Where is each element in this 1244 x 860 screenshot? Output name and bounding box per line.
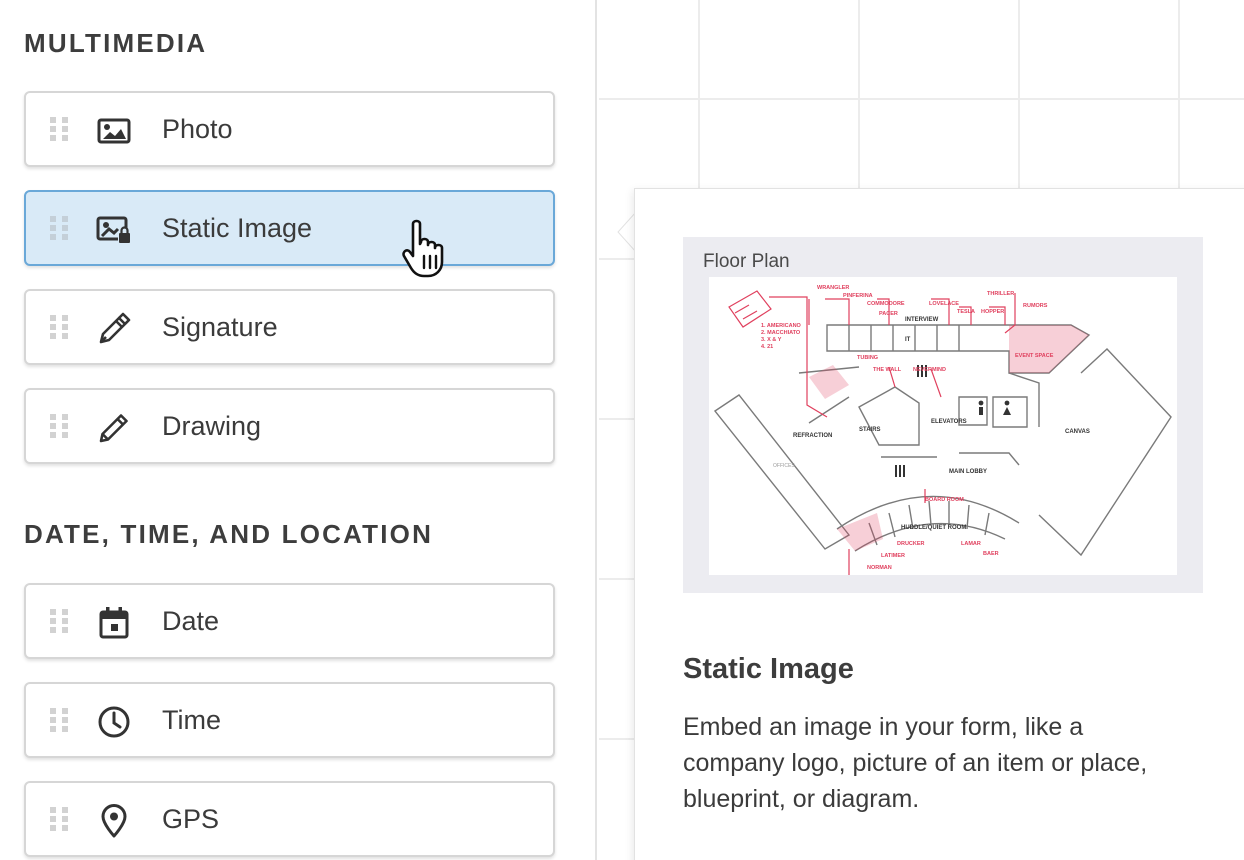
svg-text:LATIMER: LATIMER xyxy=(881,553,905,559)
svg-text:STAIRS: STAIRS xyxy=(859,427,881,433)
hand-cursor-icon xyxy=(402,219,444,278)
svg-text:2. MACCHIATO: 2. MACCHIATO xyxy=(761,330,801,336)
svg-text:LOVELACE: LOVELACE xyxy=(929,301,959,307)
svg-text:THE WALL: THE WALL xyxy=(873,367,902,373)
field-label-date: Date xyxy=(162,606,220,636)
svg-text:NEVERMIND: NEVERMIND xyxy=(913,367,946,373)
svg-text:MAIN LOBBY: MAIN LOBBY xyxy=(949,469,987,475)
calendar-icon xyxy=(95,604,133,642)
field-label-photo: Photo xyxy=(162,114,233,144)
svg-text:INTERVIEW: INTERVIEW xyxy=(905,317,939,323)
svg-text:ELEVATORS: ELEVATORS xyxy=(931,419,967,425)
field-item-time[interactable]: Time xyxy=(24,682,555,758)
svg-text:IT: IT xyxy=(905,337,911,343)
section-title-multimedia: MULTIMEDIA xyxy=(24,28,208,58)
drag-handle-icon[interactable] xyxy=(47,607,71,635)
svg-text:4. 21: 4. 21 xyxy=(761,344,773,350)
svg-text:REFRACTION: REFRACTION xyxy=(793,433,832,439)
static-image-icon xyxy=(95,211,133,249)
svg-text:COMMODORE: COMMODORE xyxy=(867,301,905,307)
field-label-time: Time xyxy=(162,705,221,735)
drag-handle-icon[interactable] xyxy=(47,805,71,833)
svg-text:PACER: PACER xyxy=(879,311,898,317)
svg-text:DRUCKER: DRUCKER xyxy=(897,541,925,547)
svg-text:OFFICES: OFFICES xyxy=(773,463,795,469)
field-item-signature[interactable]: Signature xyxy=(24,289,555,365)
signature-pen-icon xyxy=(95,310,133,348)
field-item-gps[interactable]: GPS xyxy=(24,781,555,857)
field-item-date[interactable]: Date xyxy=(24,583,555,659)
field-label-drawing: Drawing xyxy=(162,411,262,441)
drag-handle-icon[interactable] xyxy=(47,115,71,143)
field-label-gps: GPS xyxy=(162,804,220,834)
clock-icon xyxy=(95,703,133,741)
svg-text:BAER: BAER xyxy=(983,551,999,557)
drag-handle-icon[interactable] xyxy=(47,706,71,734)
section-title-date-time-location: DATE, TIME, AND LOCATION xyxy=(24,519,434,549)
svg-text:RUMORS: RUMORS xyxy=(1023,303,1048,309)
svg-text:EVENT SPACE: EVENT SPACE xyxy=(1015,353,1054,359)
field-palette: MULTIMEDIA Photo Static Image Signature xyxy=(0,0,597,860)
drag-handle-icon[interactable] xyxy=(47,214,71,242)
svg-text:BOARD ROOM: BOARD ROOM xyxy=(925,497,964,503)
field-item-static-image[interactable]: Static Image xyxy=(24,190,555,266)
svg-text:NORMAN: NORMAN xyxy=(867,565,892,571)
field-label-static-image: Static Image xyxy=(162,213,313,243)
floor-plan-illustration: REFRACTION CANVAS MAIN LOBBY HUDDLE/QUIE… xyxy=(709,277,1177,575)
svg-text:CANVAS: CANVAS xyxy=(1065,429,1090,435)
tooltip-arrow xyxy=(617,212,636,252)
svg-text:WRANGLER: WRANGLER xyxy=(817,285,849,291)
svg-text:THRILLER: THRILLER xyxy=(987,291,1014,297)
preview-title: Static Image xyxy=(683,653,854,685)
field-label-signature: Signature xyxy=(162,312,278,342)
svg-text:3. X & Y: 3. X & Y xyxy=(761,337,782,343)
preview-image-caption: Floor Plan xyxy=(703,251,790,272)
location-pin-icon xyxy=(95,802,133,840)
svg-text:HUDDLE/QUIET ROOM: HUDDLE/QUIET ROOM xyxy=(901,525,966,531)
drag-handle-icon[interactable] xyxy=(47,412,71,440)
preview-description: Embed an image in your form, like a comp… xyxy=(683,713,1148,813)
svg-text:HOPPER: HOPPER xyxy=(981,309,1004,315)
svg-text:PINFERINA: PINFERINA xyxy=(843,293,873,299)
preview-image: Floor Plan REFRACTION CANVAS MAIN LOBBY … xyxy=(683,237,1203,593)
pencil-icon xyxy=(95,409,133,447)
field-item-photo[interactable]: Photo xyxy=(24,91,555,167)
svg-text:TUBING: TUBING xyxy=(857,355,878,361)
svg-text:1. AMERICANO: 1. AMERICANO xyxy=(761,323,802,329)
field-preview-card: Floor Plan REFRACTION CANVAS MAIN LOBBY … xyxy=(634,188,1244,860)
field-item-drawing[interactable]: Drawing xyxy=(24,388,555,464)
svg-text:TESLA: TESLA xyxy=(957,309,975,315)
photo-icon xyxy=(95,112,133,150)
svg-text:LAMAR: LAMAR xyxy=(961,541,981,547)
drag-handle-icon[interactable] xyxy=(47,313,71,341)
